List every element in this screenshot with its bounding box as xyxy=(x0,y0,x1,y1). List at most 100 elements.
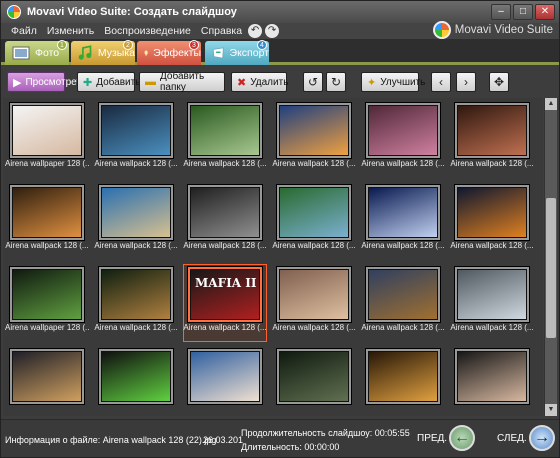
thumbnail-image xyxy=(369,106,437,155)
menu-bar: Файл Изменить Воспроизведение Справка ↶ … xyxy=(1,21,559,39)
enhance-button-label: Улучшить xyxy=(380,76,426,88)
tab-effects[interactable]: Эффекты 3 xyxy=(137,40,201,65)
thumbnail-frame xyxy=(366,267,440,322)
thumbnail-item[interactable] xyxy=(5,346,89,416)
thumbnail-image xyxy=(13,106,81,155)
thumbnail-frame xyxy=(188,185,262,240)
thumbnail-caption: Airena wallpack 128 (... xyxy=(361,159,445,168)
thumbnail-image xyxy=(458,352,526,401)
thumbnail-item[interactable]: Airena wallpack 128 (... xyxy=(94,182,178,260)
thumbnail-item[interactable]: Airena wallpack 128 (... xyxy=(272,264,356,342)
thumbnail-frame xyxy=(455,103,529,158)
thumbnail-image xyxy=(458,270,526,319)
tab-export[interactable]: Экспорт 4 xyxy=(205,40,269,65)
status-bar: Информация о файле: Airena wallpack 128 … xyxy=(1,419,559,457)
thumbnail-frame xyxy=(188,349,262,404)
add-button-label: Добавить xyxy=(96,76,141,88)
thumbnail-item[interactable]: Airena wallpaper 128 (... xyxy=(5,100,89,178)
thumbnail-frame xyxy=(99,103,173,158)
thumbnail-item[interactable] xyxy=(183,346,267,416)
close-button[interactable]: ✕ xyxy=(535,4,555,20)
thumbnail-caption: Airena wallpack 128 (... xyxy=(183,323,267,332)
prev-label: ПРЕД. xyxy=(417,433,448,444)
thumbnail-item[interactable]: Airena wallpaper 128 (... xyxy=(5,264,89,342)
thumbnail-item[interactable]: Airena wallpack 128 (... xyxy=(5,182,89,260)
fit-view-button[interactable]: ✥ xyxy=(489,72,509,92)
delete-button[interactable]: ✖ Удалить xyxy=(231,72,289,92)
app-window: Movavi Video Suite: Создать слайдшоу – □… xyxy=(0,0,560,458)
thumbnail-item[interactable]: MAFIA II Airena wallpack 128 (... xyxy=(183,264,267,342)
delete-icon: ✖ xyxy=(237,76,247,89)
thumbnail-image: MAFIA II xyxy=(191,270,259,319)
menu-help[interactable]: Справка xyxy=(201,25,242,37)
item-duration: Длительность: 00:00:00 xyxy=(241,442,340,452)
view-button[interactable]: ▶ Просмотреть xyxy=(7,72,86,92)
thumbnail-item[interactable]: Airena wallpack 128 (... xyxy=(361,100,445,178)
maximize-button[interactable]: □ xyxy=(513,4,533,20)
thumbnail-caption: Airena wallpack 128 (... xyxy=(450,241,534,250)
thumbnail-item[interactable]: Airena wallpack 128 (... xyxy=(450,100,534,178)
menu-file[interactable]: Файл xyxy=(11,25,37,37)
thumbnail-caption: Airena wallpack 128 (... xyxy=(272,241,356,250)
thumbnail-image xyxy=(13,270,81,319)
thumbnail-caption: Airena wallpack 128 (... xyxy=(361,241,445,250)
title-bar: Movavi Video Suite: Создать слайдшоу – □… xyxy=(1,1,559,23)
thumbnail-caption: Airena wallpack 128 (... xyxy=(183,241,267,250)
enhance-button[interactable]: ✦ Улучшить xyxy=(361,72,425,92)
thumbnail-frame xyxy=(455,267,529,322)
menu-playback[interactable]: Воспроизведение xyxy=(104,25,191,37)
tab-effects-badge: 3 xyxy=(189,40,199,50)
thumbnail-item[interactable] xyxy=(450,346,534,416)
vertical-scrollbar[interactable]: ▲ ▼ xyxy=(544,98,557,416)
add-folder-button[interactable]: ▬ Добавить папку xyxy=(139,71,225,93)
menu-edit[interactable]: Изменить xyxy=(47,25,94,37)
thumbnail-caption: Airena wallpack 128 (... xyxy=(94,323,178,332)
thumbnail-item[interactable] xyxy=(361,346,445,416)
tab-photo-badge: 1 xyxy=(57,40,67,50)
scroll-down-icon[interactable]: ▼ xyxy=(545,404,557,416)
thumbnail-item[interactable]: Airena wallpack 128 (... xyxy=(183,100,267,178)
thumbnail-item[interactable]: Airena wallpack 128 (... xyxy=(361,182,445,260)
minimize-button[interactable]: – xyxy=(491,4,511,20)
scroll-up-icon[interactable]: ▲ xyxy=(545,98,557,110)
thumbnail-frame xyxy=(99,349,173,404)
add-button[interactable]: ✚ Добавить xyxy=(77,72,140,92)
folder-icon: ▬ xyxy=(145,76,156,88)
thumbnail-item[interactable]: Airena wallpack 128 (... xyxy=(94,264,178,342)
redo-icon[interactable]: ↷ xyxy=(265,24,280,38)
thumbnail-frame xyxy=(99,185,173,240)
thumbnail-frame xyxy=(455,185,529,240)
thumbnail-item[interactable]: Airena wallpack 128 (... xyxy=(272,100,356,178)
rotate-right-button[interactable]: ↻ xyxy=(326,72,346,92)
thumbnail-image xyxy=(191,188,259,237)
thumbnail-item[interactable]: Airena wallpack 128 (... xyxy=(183,182,267,260)
thumbnail-item[interactable]: Airena wallpack 128 (... xyxy=(450,182,534,260)
thumbnail-image xyxy=(102,188,170,237)
thumbnail-item[interactable]: Airena wallpack 128 (... xyxy=(272,182,356,260)
add-icon: ✚ xyxy=(83,76,93,89)
move-right-button[interactable]: › xyxy=(456,72,476,92)
delete-button-label: Удалить xyxy=(250,76,289,88)
rotate-left-button[interactable]: ↺ xyxy=(303,72,323,92)
thumbnail-image xyxy=(13,352,81,401)
thumbnail-image xyxy=(191,352,259,401)
undo-icon[interactable]: ↶ xyxy=(248,24,263,38)
thumbnail-frame xyxy=(10,185,84,240)
prev-arrow-icon[interactable]: ← xyxy=(449,425,475,451)
move-left-button[interactable]: ‹ xyxy=(431,72,451,92)
thumbnail-item[interactable] xyxy=(94,346,178,416)
thumbnail-item[interactable] xyxy=(272,346,356,416)
thumbnail-image xyxy=(280,188,348,237)
thumbnail-caption: Airena wallpack 128 (... xyxy=(450,159,534,168)
step-tabs: Фото 1 Музыка 2 Эффекты 3 Экспорт 4 xyxy=(1,39,559,65)
brand-name: Movavi Video Suite xyxy=(454,24,553,36)
tab-photo[interactable]: Фото 1 xyxy=(5,40,69,65)
tab-music[interactable]: Музыка 2 xyxy=(71,40,135,65)
thumbnail-item[interactable]: Airena wallpack 128 (... xyxy=(94,100,178,178)
thumbnail-item[interactable]: Airena wallpack 128 (... xyxy=(450,264,534,342)
thumbnail-item[interactable]: Airena wallpack 128 (... xyxy=(361,264,445,342)
scroll-thumb[interactable] xyxy=(546,198,556,338)
thumbnail-frame xyxy=(366,349,440,404)
thumbnail-caption: Airena wallpack 128 (... xyxy=(5,241,89,250)
next-arrow-icon[interactable]: → xyxy=(529,425,555,451)
